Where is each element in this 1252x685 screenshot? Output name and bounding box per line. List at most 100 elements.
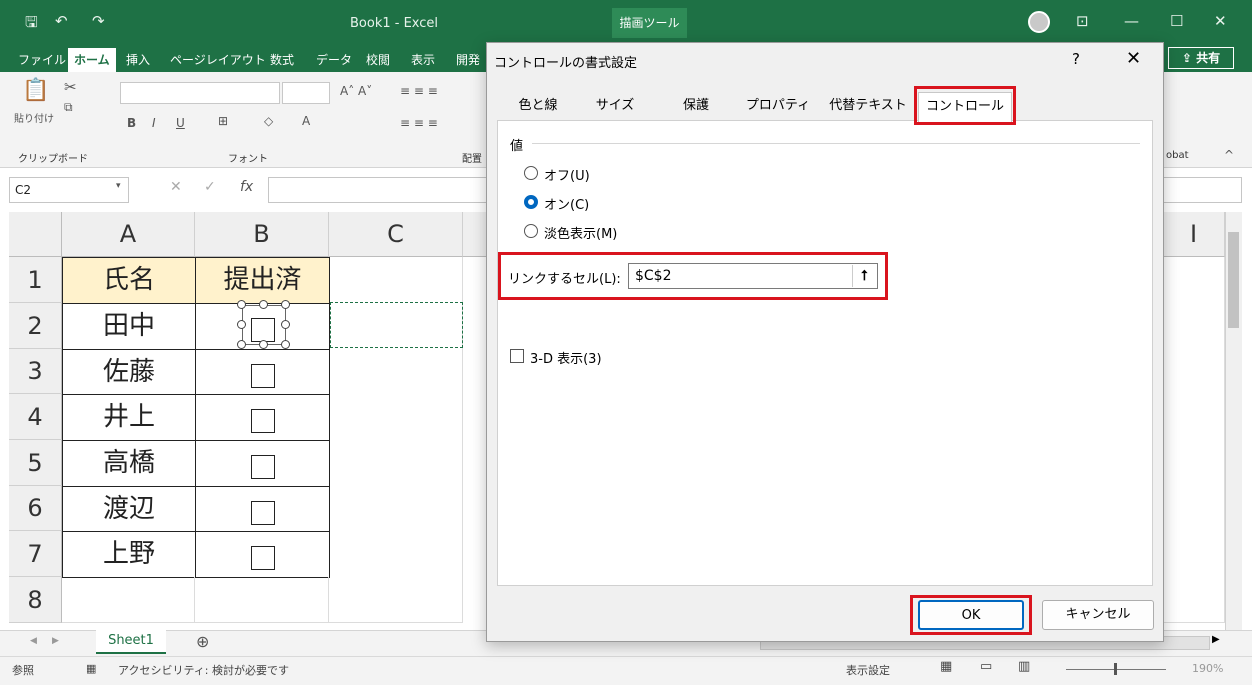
checkbox-control[interactable] [250,408,275,433]
ok-button[interactable]: OK [918,600,1024,630]
tab-colors-lines[interactable]: 色と線 [505,92,571,120]
name-box[interactable]: C2 [9,177,129,203]
cell-b6[interactable] [195,486,330,532]
tab-home[interactable]: ホーム [68,48,116,72]
resize-handle[interactable] [281,320,290,329]
redo-icon[interactable]: ↷ [92,12,105,30]
font-size-box[interactable] [282,82,330,104]
row-header-6[interactable]: 6 [9,486,62,531]
cell-a1[interactable]: 氏名 [62,257,196,304]
cell-b1[interactable]: 提出済 [195,257,330,304]
tab-file[interactable]: ファイル [12,48,72,72]
align-top-icon[interactable]: ≡ ≡ ≡ [400,84,438,98]
cell-a5[interactable]: 高橋 [62,440,196,487]
tab-formulas[interactable]: 数式 [264,48,300,72]
resize-handle[interactable] [237,340,246,349]
save-icon[interactable]: 🖫 [25,12,38,37]
cell-b7[interactable] [195,531,330,578]
radio-mixed[interactable] [524,224,538,238]
resize-handle[interactable] [259,300,268,309]
radio-off-label[interactable]: オフ(U) [544,165,590,184]
cell-a8[interactable] [62,577,195,623]
cancel-icon[interactable]: ✕ [170,179,182,195]
copy-icon[interactable]: ⧉ [64,100,73,115]
tab-protection[interactable]: 保護 [660,92,732,120]
cell-a4[interactable]: 井上 [62,394,196,441]
cell-a2[interactable]: 田中 [62,303,196,350]
radio-off[interactable] [524,166,538,180]
sheet-tab-sheet1[interactable]: Sheet1 [96,630,166,654]
tab-insert[interactable]: 挿入 [120,48,156,72]
paste-label[interactable]: 貼り付け [14,110,54,125]
sheet-nav-prev-icon[interactable]: ◀ [30,636,37,646]
select-all-corner[interactable] [9,212,62,257]
font-name-box[interactable] [120,82,280,104]
checkbox-control[interactable] [250,545,275,570]
add-sheet-icon[interactable]: ⊕ [196,632,209,651]
paste-icon[interactable]: 📋 [22,78,49,103]
cell-b3[interactable] [195,349,330,395]
scroll-right-icon[interactable]: ▶ [1212,634,1220,645]
close-icon[interactable]: ✕ [1214,12,1227,30]
cell-b5[interactable] [195,440,330,487]
help-icon[interactable]: ? [1072,50,1080,68]
row-header-5[interactable]: 5 [9,440,62,486]
tab-size[interactable]: サイズ [580,92,650,120]
column-i-cells[interactable] [1163,257,1225,623]
resize-handle[interactable] [237,300,246,309]
row-header-1[interactable]: 1 [9,257,62,303]
accessibility-status[interactable]: アクセシビリティ: 検討が必要です [118,662,289,678]
row-header-2[interactable]: 2 [9,303,62,349]
sheet-nav-next-icon[interactable]: ▶ [52,636,59,646]
insert-function-icon[interactable]: fx [240,179,253,195]
column-header-i[interactable]: I [1163,212,1225,257]
cell-b8[interactable] [195,577,329,623]
maximize-icon[interactable]: ☐ [1170,12,1183,30]
row-header-7[interactable]: 7 [9,531,62,577]
linked-cell-input[interactable]: $C$2 [628,263,878,289]
row-header-3[interactable]: 3 [9,349,62,394]
name-box-dropdown-icon[interactable]: ▾ [116,181,121,191]
zoom-level[interactable]: 190% [1192,662,1223,675]
resize-handle[interactable] [237,320,246,329]
minimize-icon[interactable]: — [1124,12,1139,30]
drawing-tools-context-tab[interactable]: 描画ツール [612,8,687,38]
resize-handle[interactable] [259,340,268,349]
collapse-ribbon-icon[interactable]: ^ [1224,148,1234,162]
checkbox-control[interactable] [250,363,275,388]
tab-developer[interactable]: 開発 [450,48,486,72]
align-left-icon[interactable]: ≡ ≡ ≡ [400,116,438,130]
tab-properties[interactable]: プロパティ [740,92,816,120]
tab-page-layout[interactable]: ページレイアウト [164,48,272,72]
normal-view-icon[interactable]: ▦ [940,659,952,674]
tab-review[interactable]: 校閲 [360,48,396,72]
page-layout-view-icon[interactable]: ▭ [980,659,992,674]
cell-b4[interactable] [195,394,330,441]
3d-shading-label[interactable]: 3-D 表示(3) [530,348,602,367]
cell-a7[interactable]: 上野 [62,531,196,578]
display-settings[interactable]: 表示設定 [846,662,890,678]
grow-font-icon[interactable]: A˄ A˅ [340,84,372,98]
underline-icon[interactable]: U [176,116,185,130]
tab-alt-text[interactable]: 代替テキスト [822,92,914,120]
page-break-view-icon[interactable]: ▥ [1018,659,1030,674]
cell-a3[interactable]: 佐藤 [62,349,196,395]
radio-on-label[interactable]: オン(C) [544,194,589,213]
enter-icon[interactable]: ✓ [204,179,216,195]
radio-mixed-label[interactable]: 淡色表示(M) [544,223,617,242]
fill-color-icon[interactable]: ◇ [264,114,273,128]
share-button[interactable]: ⇪ 共有 [1168,47,1234,69]
radio-on[interactable] [524,195,538,209]
macro-record-icon[interactable]: ▦ [86,662,96,675]
row-header-4[interactable]: 4 [9,394,62,440]
row-header-8[interactable]: 8 [9,577,62,623]
vertical-scroll-thumb[interactable] [1228,232,1239,328]
cancel-button[interactable]: キャンセル [1042,600,1154,630]
undo-icon[interactable]: ↶ [55,12,68,30]
cut-icon[interactable]: ✂ [64,78,77,96]
checkbox-control[interactable] [250,454,275,479]
3d-shading-checkbox[interactable] [510,349,524,363]
font-color-icon[interactable]: A [302,114,310,128]
ribbon-display-icon[interactable]: ⊡ [1076,12,1089,30]
column-header-a[interactable]: A [62,212,195,257]
